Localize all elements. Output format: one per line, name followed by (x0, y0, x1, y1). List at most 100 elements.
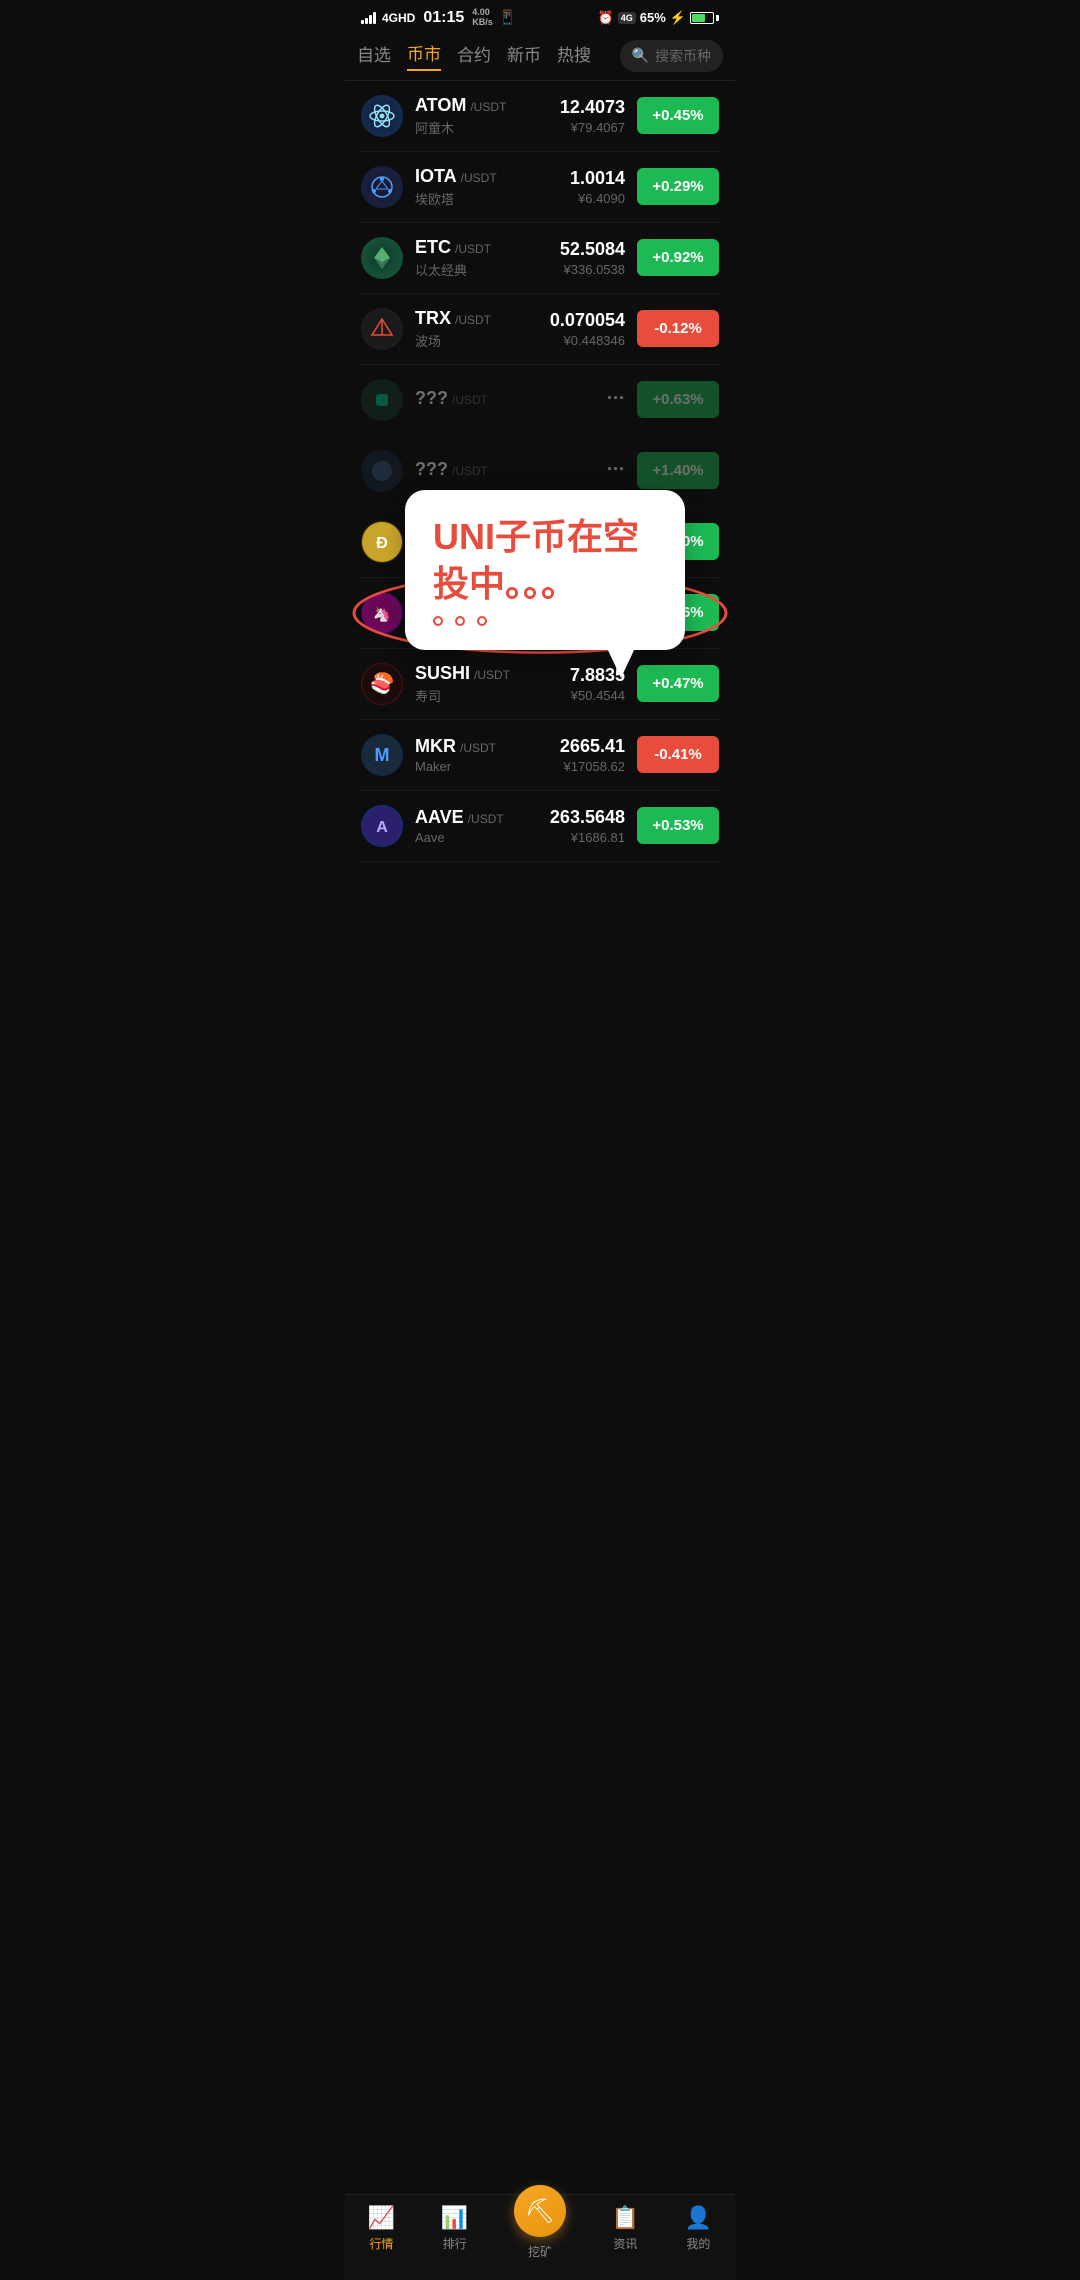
coin-row-hidden1[interactable]: ??? /USDT ··· +0.63% (361, 365, 719, 436)
tab-newcoin[interactable]: 新币 (507, 41, 541, 70)
news-label: 资讯 (613, 2235, 637, 2252)
tab-contract[interactable]: 合约 (457, 41, 491, 70)
coin-info-etc: ETC /USDT 以太经典 (415, 237, 548, 279)
coin-row-iota[interactable]: IOTA /USDT 埃欧塔 1.0014 ¥6.4090 +0.29% (361, 152, 719, 223)
rank-label: 排行 (443, 2235, 467, 2252)
coin-symbol-etc: ETC (415, 237, 451, 258)
coin-cn-atom: 阿童木 (415, 118, 548, 137)
coin-pair-aave: /USDT (468, 812, 504, 826)
coin-info-aave: AAVE /USDT Aave (415, 807, 538, 845)
bubble-text: UNI子币在空投中。。。 (433, 514, 657, 608)
svg-text:🦄: 🦄 (373, 606, 390, 623)
search-box[interactable]: 🔍 搜索币种 (620, 40, 723, 72)
coin-symbol-sushi: SUSHI (415, 663, 470, 684)
tab-hotsearch[interactable]: 热搜 (557, 41, 591, 70)
coin-icon-atom (361, 95, 403, 137)
speech-bubble: UNI子币在空投中。。。 (405, 490, 685, 650)
coin-icon-doge: Ð (361, 521, 403, 563)
battery-icon (690, 12, 719, 24)
bottom-nav-mining[interactable]: ⛏ 挖矿 (514, 2205, 566, 2260)
svg-text:A: A (376, 819, 388, 836)
coin-price-mkr: 2665.41 ¥17058.62 (560, 736, 625, 774)
coin-pair-trx: /USDT (455, 313, 491, 327)
status-right: ⏰ 4G 65% ⚡ (598, 10, 719, 26)
coin-info-mkr: MKR /USDT Maker (415, 736, 548, 774)
coin-symbol-hidden1: ??? (415, 388, 448, 409)
change-badge-aave: +0.53% (637, 807, 719, 844)
coin-price-iota: 1.0014 ¥6.4090 (570, 168, 625, 206)
coin-pair-atom: /USDT (470, 100, 506, 114)
change-badge-sushi: +0.47% (637, 665, 719, 702)
bottom-nav: 📈 行情 📊 排行 ⛏ 挖矿 📋 资讯 👤 我的 (345, 2194, 735, 2280)
signal-bars (361, 12, 376, 24)
coin-list: ATOM /USDT 阿童木 12.4073 ¥79.4067 +0.45% (345, 81, 735, 862)
coin-cn-iota: 埃欧塔 (415, 189, 558, 208)
coin-price-atom: 12.4073 ¥79.4067 (560, 97, 625, 135)
coin-row-etc[interactable]: ETC /USDT 以太经典 52.5084 ¥336.0538 +0.92% (361, 223, 719, 294)
nav-tabs: 自选 币市 合约 新币 热搜 🔍 搜索币种 (345, 32, 735, 81)
change-badge-trx: -0.12% (637, 310, 719, 347)
coin-icon-sushi: 🍣 (361, 663, 403, 705)
speech-bubble-container: UNI子币在空投中。。。 (405, 490, 685, 650)
news-icon: 📋 (612, 2205, 639, 2231)
coin-info-hidden2: ??? /USDT (415, 459, 595, 482)
coin-pair-sushi: /USDT (474, 668, 510, 682)
coin-info-hidden1: ??? /USDT (415, 388, 595, 411)
rank-icon: 📊 (441, 2205, 468, 2231)
status-left: 4GHD 01:15 4.00 KB/s 📱 (361, 8, 516, 28)
tab-zixuan[interactable]: 自选 (357, 41, 391, 70)
search-icon: 🔍 (632, 47, 649, 64)
change-badge-hidden1: +0.63% (637, 381, 719, 418)
change-badge-atom: +0.45% (637, 97, 719, 134)
coin-row-mkr[interactable]: M MKR /USDT Maker 2665.41 ¥17058.62 -0.4… (361, 720, 719, 791)
coin-info-sushi: SUSHI /USDT 寿司 (415, 663, 558, 705)
coin-icon-uni: 🦄 (361, 592, 403, 634)
coin-icon-trx (361, 308, 403, 350)
coin-cn-etc: 以太经典 (415, 260, 548, 279)
coin-symbol-aave: AAVE (415, 807, 464, 828)
coin-row-trx[interactable]: TRX /USDT 波场 0.070054 ¥0.448346 -0.12% (361, 294, 719, 365)
coin-symbol-atom: ATOM (415, 95, 466, 116)
bottom-nav-rank[interactable]: 📊 排行 (441, 2205, 468, 2260)
status-bar: 4GHD 01:15 4.00 KB/s 📱 ⏰ 4G 65% ⚡ (345, 0, 735, 32)
bottom-nav-me[interactable]: 👤 我的 (685, 2205, 712, 2260)
change-badge-etc: +0.92% (637, 239, 719, 276)
coin-icon-hidden1 (361, 379, 403, 421)
mining-label: 挖矿 (528, 2243, 552, 2260)
mining-icon: ⛏ (514, 2185, 566, 2237)
coin-price-etc: 52.5084 ¥336.0538 (560, 239, 625, 277)
time-display: 01:15 (423, 9, 464, 27)
bottom-nav-market[interactable]: 📈 行情 (368, 2205, 395, 2260)
bubble-tail (607, 648, 635, 678)
svg-text:M: M (375, 745, 390, 765)
coin-cn-trx: 波场 (415, 331, 538, 350)
coin-icon-etc (361, 237, 403, 279)
battery-percent: 65% (640, 10, 666, 25)
bubble-dots (433, 616, 657, 626)
coin-symbol-iota: IOTA (415, 166, 457, 187)
coin-icon-aave: A (361, 805, 403, 847)
coin-price-hidden1: ··· (607, 388, 625, 411)
coin-price-aave: 263.5648 ¥1686.81 (550, 807, 625, 845)
tab-bimarket[interactable]: 币市 (407, 40, 441, 71)
alarm-icon: ⏰ (598, 10, 614, 26)
speed-display: 4.00 KB/s (472, 8, 493, 28)
network-type: 4GHD (382, 11, 415, 25)
search-placeholder: 搜索币种 (655, 46, 711, 66)
coin-info-atom: ATOM /USDT 阿童木 (415, 95, 548, 137)
coin-row-atom[interactable]: ATOM /USDT 阿童木 12.4073 ¥79.4067 +0.45% (361, 81, 719, 152)
coin-pair-mkr: /USDT (460, 741, 496, 755)
sim-icon: 📱 (499, 9, 516, 26)
svg-text:🍣: 🍣 (370, 671, 395, 695)
coin-icon-mkr: M (361, 734, 403, 776)
me-icon: 👤 (685, 2205, 712, 2231)
coin-symbol-mkr: MKR (415, 736, 456, 757)
coin-row-aave[interactable]: A AAVE /USDT Aave 263.5648 ¥1686.81 +0.5… (361, 791, 719, 862)
change-badge-iota: +0.29% (637, 168, 719, 205)
coin-price-trx: 0.070054 ¥0.448346 (550, 310, 625, 348)
bottom-nav-news[interactable]: 📋 资讯 (612, 2205, 639, 2260)
coin-cn-mkr: Maker (415, 759, 548, 774)
coin-cn-sushi: 寿司 (415, 686, 558, 705)
change-badge-hidden2: +1.40% (637, 452, 719, 489)
coin-row-sushi[interactable]: 🍣 SUSHI /USDT 寿司 7.8835 ¥50.4544 +0.47% (361, 649, 719, 720)
